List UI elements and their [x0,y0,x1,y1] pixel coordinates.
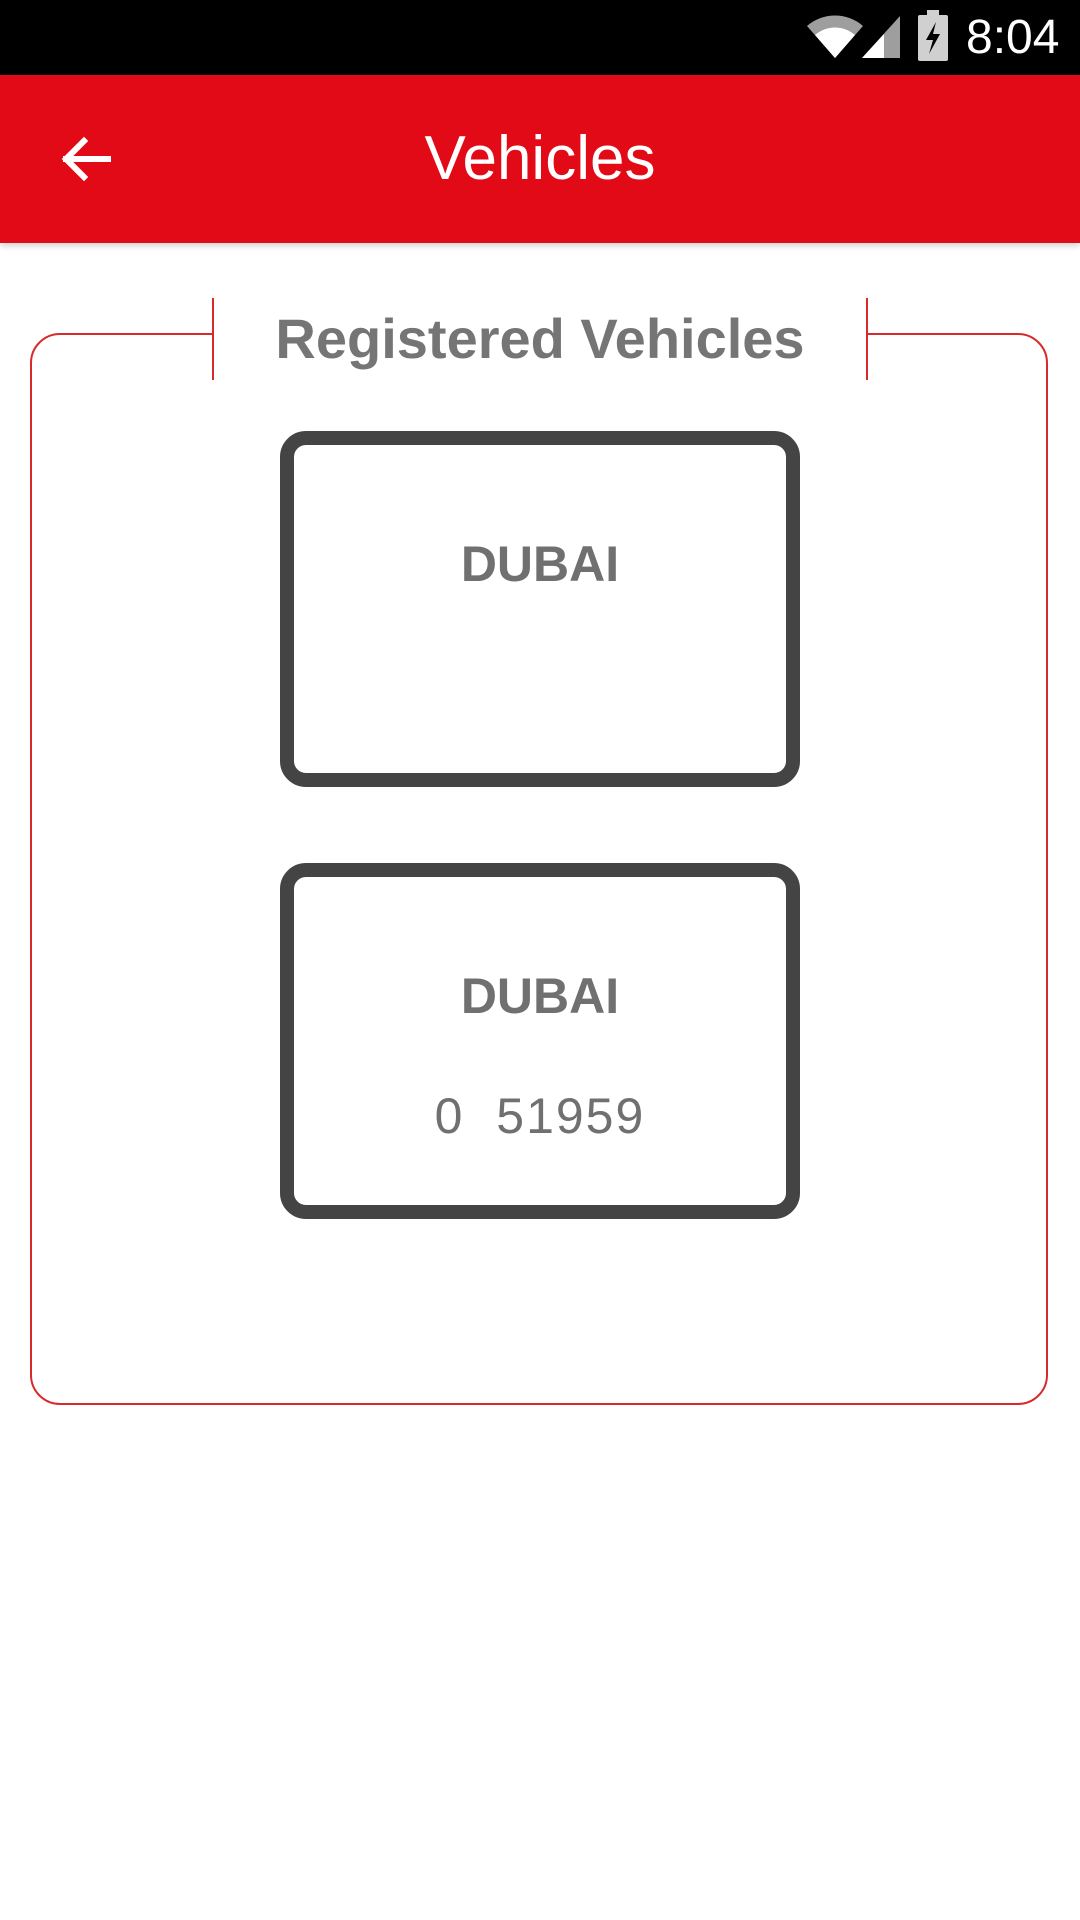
vehicle-plate-card[interactable]: DUBAI 0 51959 [280,863,800,1219]
vehicles-screen: 8:04 Vehicles Registered Vehicles DUBAI … [0,0,1080,1920]
vehicle-plate-card[interactable]: DUBAI [280,431,800,787]
status-time: 8:04 [966,11,1060,64]
panel-header: Registered Vehicles [212,298,868,380]
back-button[interactable] [46,119,126,199]
page-title: Vehicles [424,124,656,193]
app-bar: Vehicles [0,75,1080,243]
plate-emirate: DUBAI [460,536,620,592]
wifi-icon [805,12,865,60]
status-bar: 8:04 [0,0,1080,75]
arrow-left-icon [61,136,111,182]
plate-number: 0 51959 [434,1088,646,1144]
panel-title: Registered Vehicles [275,307,805,370]
battery-charging-icon [916,10,950,62]
plate-emirate: DUBAI [460,968,620,1024]
signal-icon [858,12,904,60]
